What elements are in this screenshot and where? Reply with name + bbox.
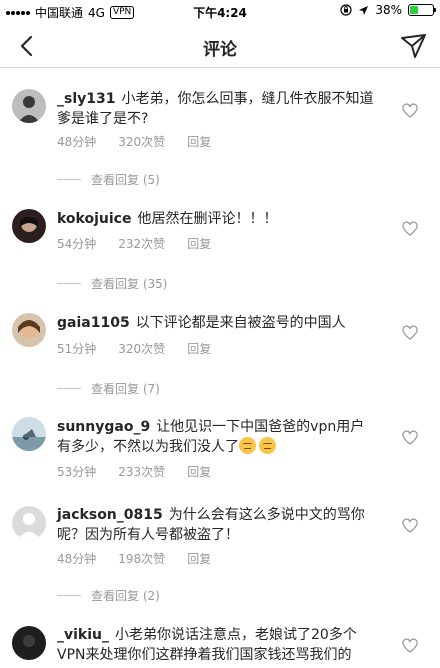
location-icon — [359, 5, 369, 15]
comment-time: 51分钟 — [57, 342, 97, 356]
heart-icon[interactable] — [402, 638, 418, 654]
comment-time: 48分钟 — [57, 135, 97, 149]
username-link[interactable]: gaia1105 — [57, 315, 130, 331]
battery-percent: 38% — [375, 3, 402, 17]
battery-icon — [408, 4, 436, 16]
username-link[interactable]: kokojuice — [57, 211, 131, 227]
view-replies-label: 查看回复 (2) — [91, 589, 160, 603]
comment-time: 53分钟 — [57, 465, 97, 479]
unamused-face-icon — [259, 437, 276, 454]
comment-time: 54分钟 — [57, 237, 97, 251]
view-replies-button[interactable]: 查看回复 (35) — [57, 275, 167, 292]
unamused-face-icon — [239, 437, 256, 454]
like-count[interactable]: 320次赞 — [118, 133, 165, 150]
avatar[interactable] — [12, 209, 46, 243]
status-bar: 中国联通 4G VPN 下午4:24 38% — [0, 0, 440, 24]
comment-time: 48分钟 — [57, 552, 97, 566]
reply-button[interactable]: 回复 — [187, 550, 211, 567]
reply-button[interactable]: 回复 — [187, 235, 211, 252]
divider-line — [57, 595, 81, 596]
username-link[interactable]: _vikiu_ — [57, 627, 109, 643]
avatar[interactable] — [12, 89, 46, 123]
heart-icon[interactable] — [402, 325, 418, 341]
username-link[interactable]: jackson_0815 — [57, 507, 163, 523]
comment-meta: 48分钟 320次赞 回复 — [57, 133, 211, 150]
view-replies-label: 查看回复 (5) — [91, 173, 160, 187]
like-count[interactable]: 198次赞 — [118, 550, 165, 567]
avatar[interactable] — [12, 506, 46, 540]
comment-meta: 54分钟 232次赞 回复 — [57, 235, 211, 252]
username-link[interactable]: _sly131 — [57, 91, 115, 107]
like-count[interactable]: 233次赞 — [118, 463, 165, 480]
avatar[interactable] — [12, 417, 46, 451]
divider-line — [57, 179, 81, 180]
comment-text: jackson_0815 为什么会有这么多说中文的骂你呢？因为所有人号都被盗了！ — [57, 505, 377, 545]
battery-fill — [410, 6, 419, 14]
reply-button[interactable]: 回复 — [187, 340, 211, 357]
nav-bar: 评论 — [0, 24, 440, 68]
heart-icon[interactable] — [402, 221, 418, 237]
avatar[interactable] — [12, 626, 46, 660]
avatar[interactable] — [12, 313, 46, 347]
status-right: 38% — [340, 3, 436, 17]
comment-text: gaia1105 以下评论都是来自被盗号的中国人 — [57, 313, 377, 333]
comment-text: _vikiu_ 小老弟你说话注意点，老娘试了20多个VPN来处理你们这群挣着我们国… — [57, 625, 372, 668]
comment-text: kokojuice 他居然在删评论！！！ — [57, 209, 377, 229]
reply-button[interactable]: 回复 — [187, 133, 211, 150]
paper-plane-icon[interactable] — [398, 31, 428, 61]
view-replies-label: 查看回复 (7) — [91, 382, 160, 396]
comment-meta: 53分钟 233次赞 回复 — [57, 463, 211, 480]
comment-body: 他居然在删评论！！！ — [137, 211, 278, 227]
comment-body: 以下评论都是来自被盗号的中国人 — [135, 315, 346, 331]
view-replies-button[interactable]: 查看回复 (2) — [57, 587, 160, 604]
comment-text: sunnygao_9 让他见识一下中国爸爸的vpn用户有多少，不然以为我们没人了 — [57, 417, 377, 457]
like-count[interactable]: 320次赞 — [118, 340, 165, 357]
reply-button[interactable]: 回复 — [187, 463, 211, 480]
page-title: 评论 — [203, 40, 237, 60]
comment-text: _sly131 小老弟，你怎么回事，缝几件衣服不知道爹是谁了是不? — [57, 89, 377, 129]
heart-icon[interactable] — [402, 103, 418, 119]
orientation-lock-icon — [340, 4, 352, 16]
view-replies-button[interactable]: 查看回复 (7) — [57, 380, 160, 397]
comment-meta: 48分钟 198次赞 回复 — [57, 550, 211, 567]
divider-line — [57, 388, 81, 389]
like-count[interactable]: 232次赞 — [118, 235, 165, 252]
username-link[interactable]: sunnygao_9 — [57, 419, 150, 435]
view-replies-button[interactable]: 查看回复 (5) — [57, 171, 160, 188]
comment-meta: 51分钟 320次赞 回复 — [57, 340, 211, 357]
view-replies-label: 查看回复 (35) — [91, 277, 168, 291]
heart-icon[interactable] — [402, 430, 418, 446]
divider-line — [57, 283, 81, 284]
heart-icon[interactable] — [402, 518, 418, 534]
